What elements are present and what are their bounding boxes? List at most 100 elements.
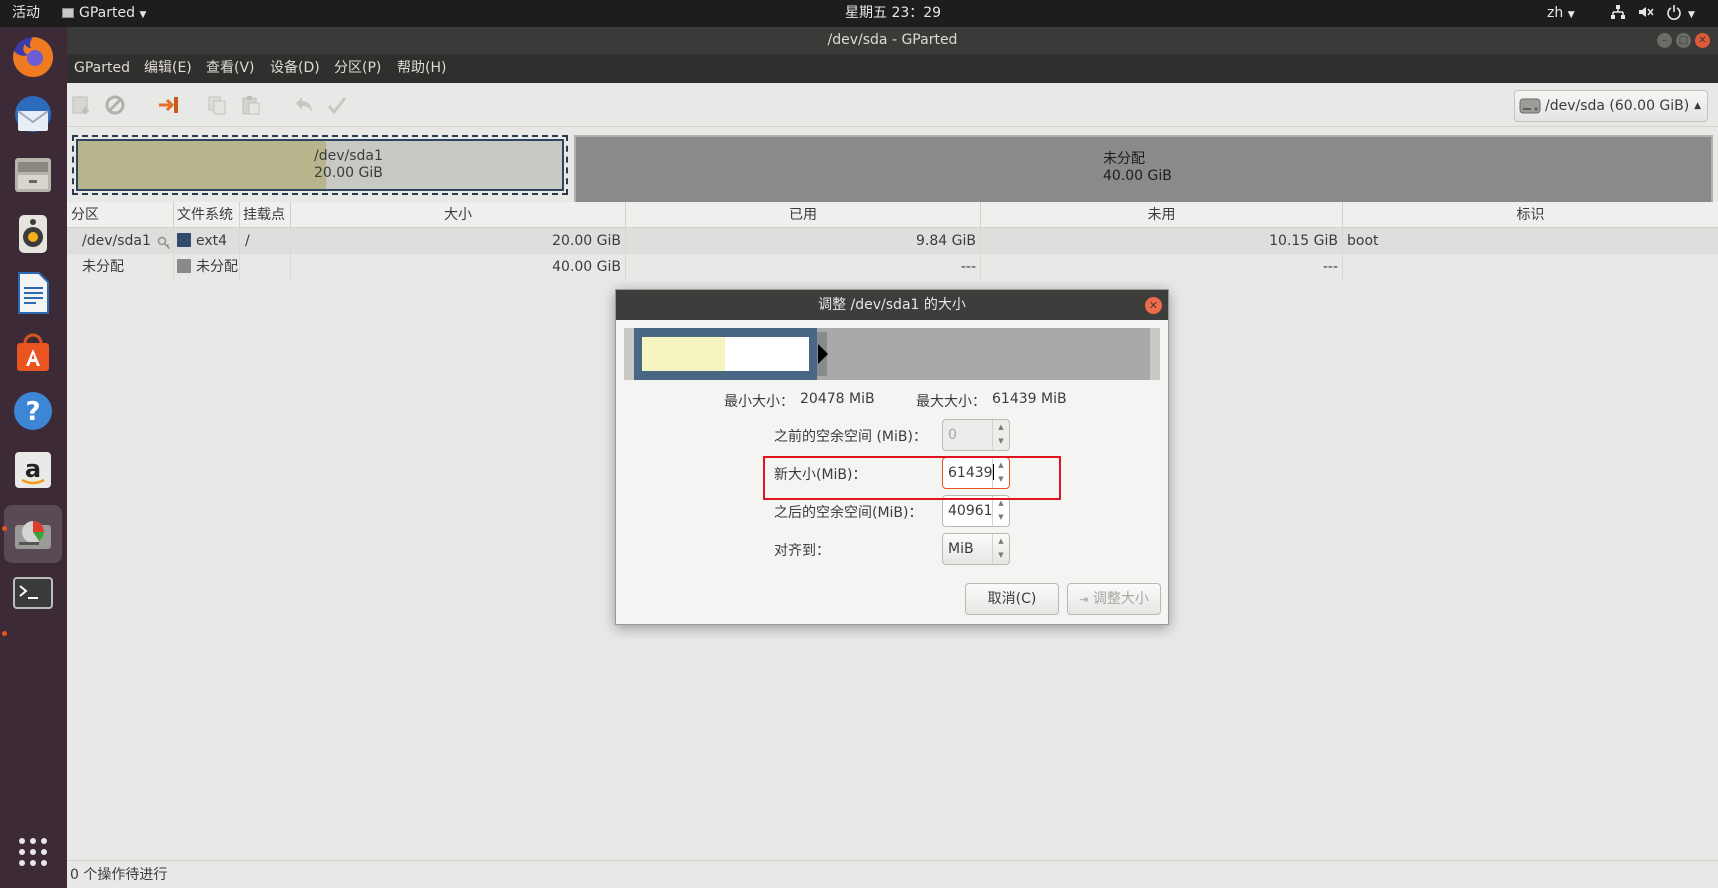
cell-filesystem: 未分配 [174, 254, 240, 280]
copy-icon[interactable] [203, 91, 231, 119]
app-grid-icon[interactable] [8, 827, 58, 877]
menu-help[interactable]: 帮助(H) [397, 54, 446, 83]
resizer-used-space [642, 337, 725, 371]
minimize-icon[interactable]: – [1657, 33, 1672, 48]
column-header-unused[interactable]: 未用 [981, 202, 1343, 228]
window-titlebar[interactable]: /dev/sda - GParted – □ ✕ [67, 27, 1718, 54]
unallocated-size: 40.00 GiB [1103, 168, 1172, 184]
terminal-icon[interactable] [8, 568, 58, 618]
column-header-partition[interactable]: 分区 [67, 202, 174, 228]
free-before-stepper[interactable]: 0 ▲ ▼ [942, 419, 1010, 451]
dock: ? a [0, 27, 67, 888]
free-after-value: 40961 [948, 503, 993, 519]
delete-partition-icon[interactable] [101, 91, 129, 119]
cancel-button[interactable]: 取消(C) [965, 583, 1059, 615]
disk-map-unallocated[interactable]: 未分配 40.00 GiB [574, 135, 1713, 207]
resize-dialog: 调整 /dev/sda1 的大小 ✕ 最小大小： 20478 MiB 最大大小：… [615, 289, 1169, 625]
hard-disk-icon [1519, 96, 1541, 127]
cell-size: 20.00 GiB [291, 228, 626, 254]
resize-move-icon[interactable] [155, 91, 183, 119]
resize-move-icon: ⇥ [1079, 593, 1089, 606]
cell-partition: /dev/sda1 [82, 233, 151, 249]
gparted-small-icon [62, 8, 74, 18]
amazon-icon[interactable]: a [8, 445, 58, 495]
resize-arrow-icon [817, 343, 829, 369]
gparted-icon[interactable] [4, 505, 62, 563]
activities-button[interactable]: 活动 [12, 0, 40, 27]
align-select[interactable]: MiB ▲ ▼ [942, 533, 1010, 565]
partition-resizer[interactable] [624, 328, 1160, 380]
align-label: 对齐到： [774, 543, 830, 559]
menu-view[interactable]: 查看(V) [206, 54, 255, 83]
paste-icon[interactable] [237, 91, 265, 119]
close-icon[interactable]: ✕ [1695, 33, 1710, 48]
software-center-icon[interactable] [8, 327, 58, 377]
power-icon[interactable] [1666, 0, 1682, 27]
help-icon[interactable]: ? [8, 386, 58, 436]
stepper-arrows-icon[interactable]: ▲ ▼ [992, 420, 1009, 450]
menu-partition[interactable]: 分区(P) [334, 54, 381, 83]
min-size-label: 最小大小： [724, 394, 794, 410]
device-selector-value: /dev/sda (60.00 GiB) [1545, 98, 1690, 114]
language-indicator[interactable]: zh ▼ [1547, 0, 1575, 27]
running-indicator [2, 526, 7, 531]
column-header-used[interactable]: 已用 [626, 202, 981, 228]
chevron-down-icon[interactable]: ▼ [1688, 0, 1695, 27]
free-before-value: 0 [948, 427, 957, 443]
menu-edit[interactable]: 编辑(E) [144, 54, 192, 83]
top-bar: 活动 GParted ▼ 星期五 23：29 zh ▼ ▼ [0, 0, 1718, 27]
new-partition-icon[interactable] [67, 91, 95, 119]
dialog-title: 调整 /dev/sda1 的大小 [818, 297, 966, 313]
cell-mountpoint: / [240, 228, 291, 254]
network-icon[interactable] [1610, 0, 1626, 27]
filesystem-color-swatch [177, 259, 191, 273]
select-arrows-icon: ▲ ▼ [992, 534, 1009, 564]
svg-text:a: a [25, 455, 41, 483]
table-row[interactable]: /dev/sda1 [67, 228, 174, 254]
table-row[interactable]: 未分配 [67, 254, 174, 280]
partition-sda1-label: /dev/sda1 20.00 GiB [314, 148, 383, 182]
align-value: MiB [948, 541, 974, 557]
dialog-titlebar[interactable]: 调整 /dev/sda1 的大小 ✕ [616, 290, 1168, 320]
spin-arrows-icon: ▲ [1694, 101, 1701, 111]
free-before-label: 之前的空余空间 (MiB)： [774, 429, 927, 445]
rhythmbox-icon[interactable] [8, 209, 58, 259]
thunderbird-icon[interactable] [8, 91, 58, 141]
undo-icon[interactable] [289, 91, 317, 119]
cell-filesystem: ext4 [174, 228, 240, 254]
apply-icon[interactable] [323, 91, 351, 119]
clock[interactable]: 星期五 23：29 [845, 0, 941, 27]
svg-text:?: ? [25, 397, 40, 427]
disk-map-partition-sda1[interactable]: /dev/sda1 20.00 GiB [72, 135, 568, 195]
cell-used: --- [626, 254, 981, 280]
menu-device[interactable]: 设备(D) [270, 54, 320, 83]
app-menu[interactable]: GParted ▼ [62, 0, 146, 27]
column-header-filesystem[interactable]: 文件系统 [174, 202, 240, 228]
key-icon [157, 233, 171, 254]
device-selector[interactable]: /dev/sda (60.00 GiB) ▲ [1514, 90, 1708, 122]
cell-filesystem-label: 未分配 [196, 259, 238, 275]
cell-flags: boot [1343, 228, 1718, 254]
resize-button[interactable]: ⇥ 调整大小 [1067, 583, 1161, 615]
unallocated-label: 未分配 40.00 GiB [1103, 151, 1172, 185]
chevron-down-icon: ▼ [139, 10, 147, 20]
maximize-icon[interactable]: □ [1676, 33, 1691, 48]
chevron-down-icon: ▼ [1567, 10, 1575, 20]
close-icon[interactable]: ✕ [1145, 297, 1162, 314]
cell-partition: 未分配 [82, 259, 124, 275]
files-icon[interactable] [8, 150, 58, 200]
column-header-mountpoint[interactable]: 挂载点 [240, 202, 291, 228]
max-size-value: 61439 MiB [992, 391, 1067, 407]
stepper-arrows-icon[interactable]: ▲ ▼ [992, 496, 1009, 526]
menu-gparted[interactable]: GParted [74, 54, 130, 83]
unallocated-name: 未分配 [1103, 151, 1145, 167]
volume-muted-icon[interactable] [1638, 0, 1654, 27]
libreoffice-writer-icon[interactable] [8, 268, 58, 318]
column-header-size[interactable]: 大小 [291, 202, 626, 228]
cell-unused: --- [981, 254, 1343, 280]
firefox-icon[interactable] [8, 32, 58, 82]
column-header-flags[interactable]: 标识 [1343, 202, 1718, 228]
partition-sda1-size: 20.00 GiB [314, 165, 383, 181]
language-label: zh [1547, 5, 1564, 21]
running-indicator [2, 631, 7, 636]
